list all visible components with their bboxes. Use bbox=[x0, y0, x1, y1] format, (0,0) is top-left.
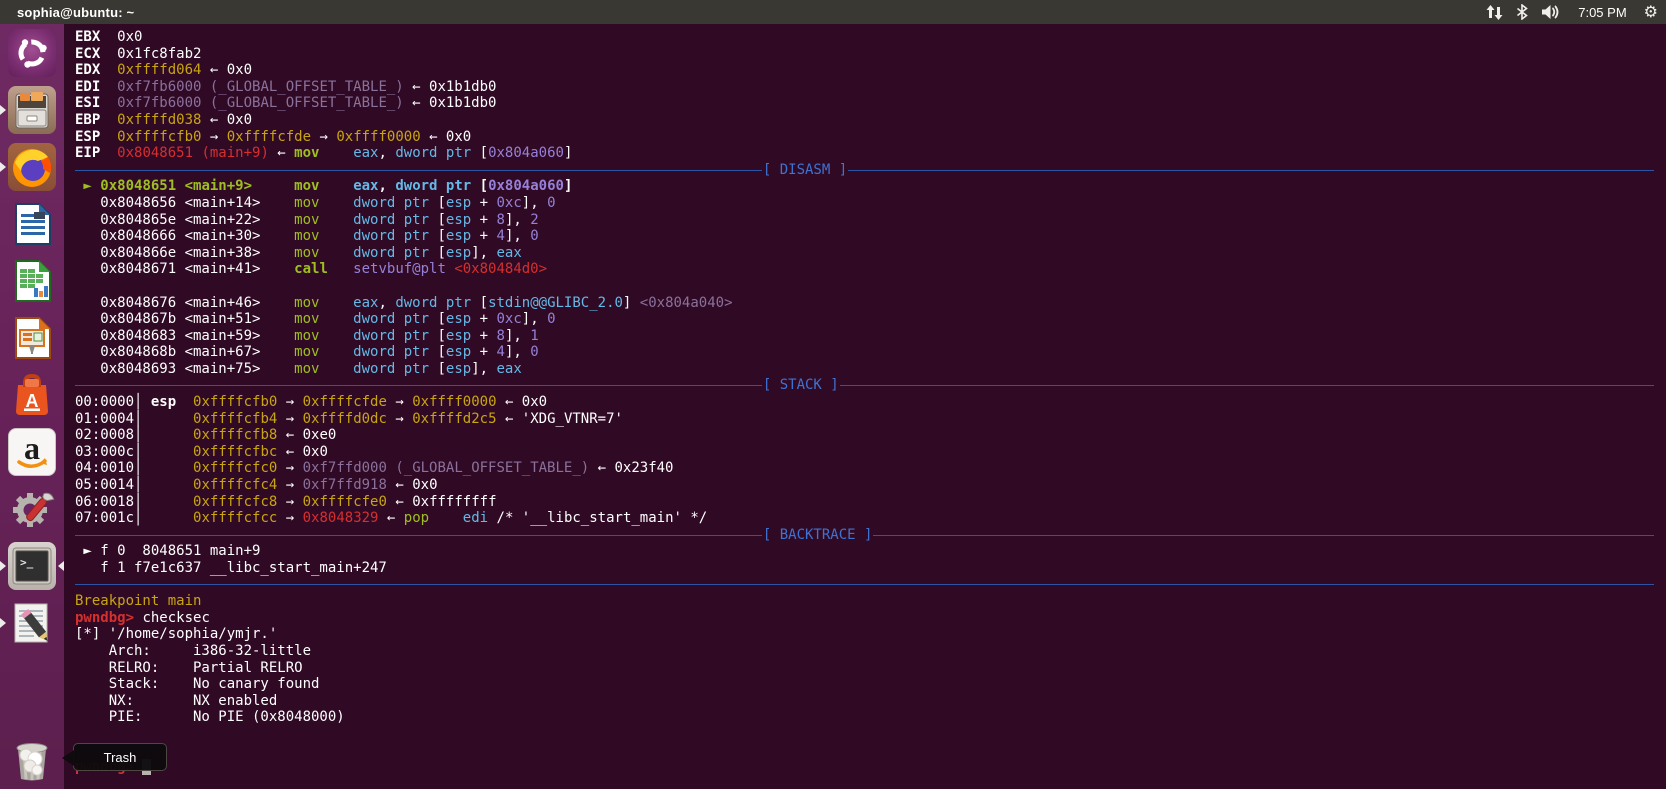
firefox-icon bbox=[8, 143, 56, 191]
terminal-line: f 1 f7e1c637 __libc_start_main+247 bbox=[75, 560, 1666, 577]
writer-document-icon bbox=[8, 200, 56, 248]
bluetooth-icon[interactable] bbox=[1516, 4, 1528, 20]
running-indicator bbox=[0, 618, 6, 628]
running-indicator bbox=[0, 162, 6, 172]
svg-text:a: a bbox=[24, 430, 40, 466]
terminal-line: 03:000c│ 0xffffcfbc ← 0x0 bbox=[75, 444, 1666, 461]
section-separator: [ DISASM ] bbox=[75, 162, 1666, 179]
terminal-line: ECX 0x1fc8fab2 bbox=[75, 46, 1666, 63]
section-label: [ STACK ] bbox=[762, 377, 840, 394]
terminal-line bbox=[75, 278, 1666, 295]
launcher-item-terminal[interactable]: >_ bbox=[8, 542, 56, 590]
section-separator: [ STACK ] bbox=[75, 377, 1666, 394]
clock[interactable]: 7:05 PM bbox=[1574, 5, 1630, 20]
launcher-item-ubuntu-dash[interactable] bbox=[8, 29, 56, 77]
terminal-line: 0x804868b <main+67> mov dword ptr [esp +… bbox=[75, 344, 1666, 361]
launcher-item-ubuntu-software[interactable]: A bbox=[8, 371, 56, 419]
terminal-line: NX: NX enabled bbox=[75, 693, 1666, 710]
session-gear-icon[interactable]: ⚙ bbox=[1644, 4, 1658, 20]
terminal-line: 0x8048656 <main+14> mov dword ptr [esp +… bbox=[75, 195, 1666, 212]
section-label: [ BACKTRACE ] bbox=[762, 527, 874, 544]
terminal-line: 0x804865e <main+22> mov dword ptr [esp +… bbox=[75, 212, 1666, 229]
terminal-line: 01:0004│ 0xffffcfb4 → 0xffffd0dc → 0xfff… bbox=[75, 411, 1666, 428]
svg-text:>_: >_ bbox=[20, 556, 34, 569]
terminal-line: 0x804866e <main+38> mov dword ptr [esp],… bbox=[75, 245, 1666, 262]
amazon-icon: a bbox=[8, 428, 56, 476]
desktop-screen: sophia@ubuntu: ~ 7:05 PM ⚙ bbox=[0, 0, 1666, 789]
launcher-item-amazon[interactable]: a bbox=[8, 428, 56, 476]
terminal-line: 05:0014│ 0xffffcfc4 → 0xf7ffd918 ← 0x0 bbox=[75, 477, 1666, 494]
svg-text:A: A bbox=[26, 391, 39, 411]
terminal-line: ESI 0xf7fb6000 (_GLOBAL_OFFSET_TABLE_) ←… bbox=[75, 95, 1666, 112]
launcher-item-system-settings[interactable] bbox=[8, 485, 56, 533]
running-indicator bbox=[0, 561, 6, 571]
terminal-line: 0x8048676 <main+46> mov eax, dword ptr [… bbox=[75, 295, 1666, 312]
terminal-line: EBX 0x0 bbox=[75, 29, 1666, 46]
terminal-line: 02:0008│ 0xffffcfb8 ← 0xe0 bbox=[75, 427, 1666, 444]
section-separator: [ BACKTRACE ] bbox=[75, 527, 1666, 544]
launcher-item-files[interactable] bbox=[8, 86, 56, 134]
gear-wrench-icon bbox=[8, 485, 56, 533]
trash-tooltip: Trash bbox=[73, 743, 167, 771]
terminal-line: 0x8048683 <main+59> mov dword ptr [esp +… bbox=[75, 328, 1666, 345]
launcher-sidebar: A a bbox=[0, 24, 64, 789]
volume-icon[interactable] bbox=[1541, 4, 1561, 20]
terminal-line: Stack: No canary found bbox=[75, 676, 1666, 693]
terminal-line: EBP 0xffffd038 ← 0x0 bbox=[75, 112, 1666, 129]
terminal-line: 06:0018│ 0xffffcfc8 → 0xffffcfe0 ← 0xfff… bbox=[75, 494, 1666, 511]
launcher-item-firefox[interactable] bbox=[8, 143, 56, 191]
terminal-line: PIE: No PIE (0x8048000) bbox=[75, 709, 1666, 726]
tooltip-label: Trash bbox=[104, 750, 137, 765]
terminal-line: Breakpoint main bbox=[75, 593, 1666, 610]
terminal-line: 00:0000│ esp 0xffffcfb0 → 0xffffcfde → 0… bbox=[75, 394, 1666, 411]
terminal-line: ► f 0 8048651 main+9 bbox=[75, 543, 1666, 560]
launcher-item-trash[interactable] bbox=[8, 735, 56, 783]
top-panel: sophia@ubuntu: ~ 7:05 PM ⚙ bbox=[0, 0, 1666, 24]
calc-spreadsheet-icon bbox=[8, 257, 56, 305]
network-arrows-icon[interactable] bbox=[1486, 5, 1503, 20]
terminal-line: pwndbg> bbox=[75, 759, 1666, 776]
notes-pencil-icon bbox=[8, 599, 56, 647]
terminal-line: RELRO: Partial RELRO bbox=[75, 660, 1666, 677]
launcher-item-libreoffice-calc[interactable] bbox=[8, 257, 56, 305]
software-bag-icon: A bbox=[8, 371, 56, 419]
launcher-item-libreoffice-writer[interactable] bbox=[8, 200, 56, 248]
focused-indicator bbox=[58, 561, 64, 571]
terminal-line: 0x8048671 <main+41> call setvbuf@plt <0x… bbox=[75, 261, 1666, 278]
terminal-line bbox=[75, 726, 1666, 743]
terminal-line: 0x8048693 <main+75> mov dword ptr [esp],… bbox=[75, 361, 1666, 378]
section-label: [ DISASM ] bbox=[762, 162, 848, 179]
tooltip-arrow bbox=[62, 750, 74, 766]
terminal-line: 07:001c│ 0xffffcfcc → 0x8048329 ← pop ed… bbox=[75, 510, 1666, 527]
ubuntu-logo-icon bbox=[8, 29, 56, 77]
terminal-line: ► 0x8048651 <main+9> mov eax, dword ptr … bbox=[75, 178, 1666, 195]
running-indicator bbox=[0, 105, 6, 115]
window-title: sophia@ubuntu: ~ bbox=[0, 5, 134, 20]
terminal-icon: >_ bbox=[8, 542, 56, 590]
terminal-line: 04:0010│ 0xffffcfc0 → 0xf7ffd000 (_GLOBA… bbox=[75, 460, 1666, 477]
terminal-line: 0x8048666 <main+30> mov dword ptr [esp +… bbox=[75, 228, 1666, 245]
launcher-item-text-editor[interactable] bbox=[8, 599, 56, 647]
terminal-line: EDX 0xffffd064 ← 0x0 bbox=[75, 62, 1666, 79]
terminal-line: EIP 0x8048651 (main+9) ← mov eax, dword … bbox=[75, 145, 1666, 162]
terminal-line: Arch: i386-32-little bbox=[75, 643, 1666, 660]
section-separator bbox=[75, 577, 1666, 594]
terminal-line: ESP 0xffffcfb0 → 0xffffcfde → 0xffff0000… bbox=[75, 129, 1666, 146]
terminal-line: [*] '/home/sophia/ymjr.' bbox=[75, 626, 1666, 643]
file-cabinet-icon bbox=[8, 86, 56, 134]
trash-bin-icon bbox=[8, 735, 56, 783]
terminal-line bbox=[75, 743, 1666, 760]
terminal-line: EDI 0xf7fb6000 (_GLOBAL_OFFSET_TABLE_) ←… bbox=[75, 79, 1666, 96]
launcher-item-libreoffice-impress[interactable] bbox=[8, 314, 56, 362]
terminal-line: pwndbg> checksec bbox=[75, 610, 1666, 627]
terminal-line: 0x804867b <main+51> mov dword ptr [esp +… bbox=[75, 311, 1666, 328]
terminal[interactable]: EBX 0x0ECX 0x1fc8fab2EDX 0xffffd064 ← 0x… bbox=[64, 24, 1666, 789]
impress-presentation-icon bbox=[8, 314, 56, 362]
